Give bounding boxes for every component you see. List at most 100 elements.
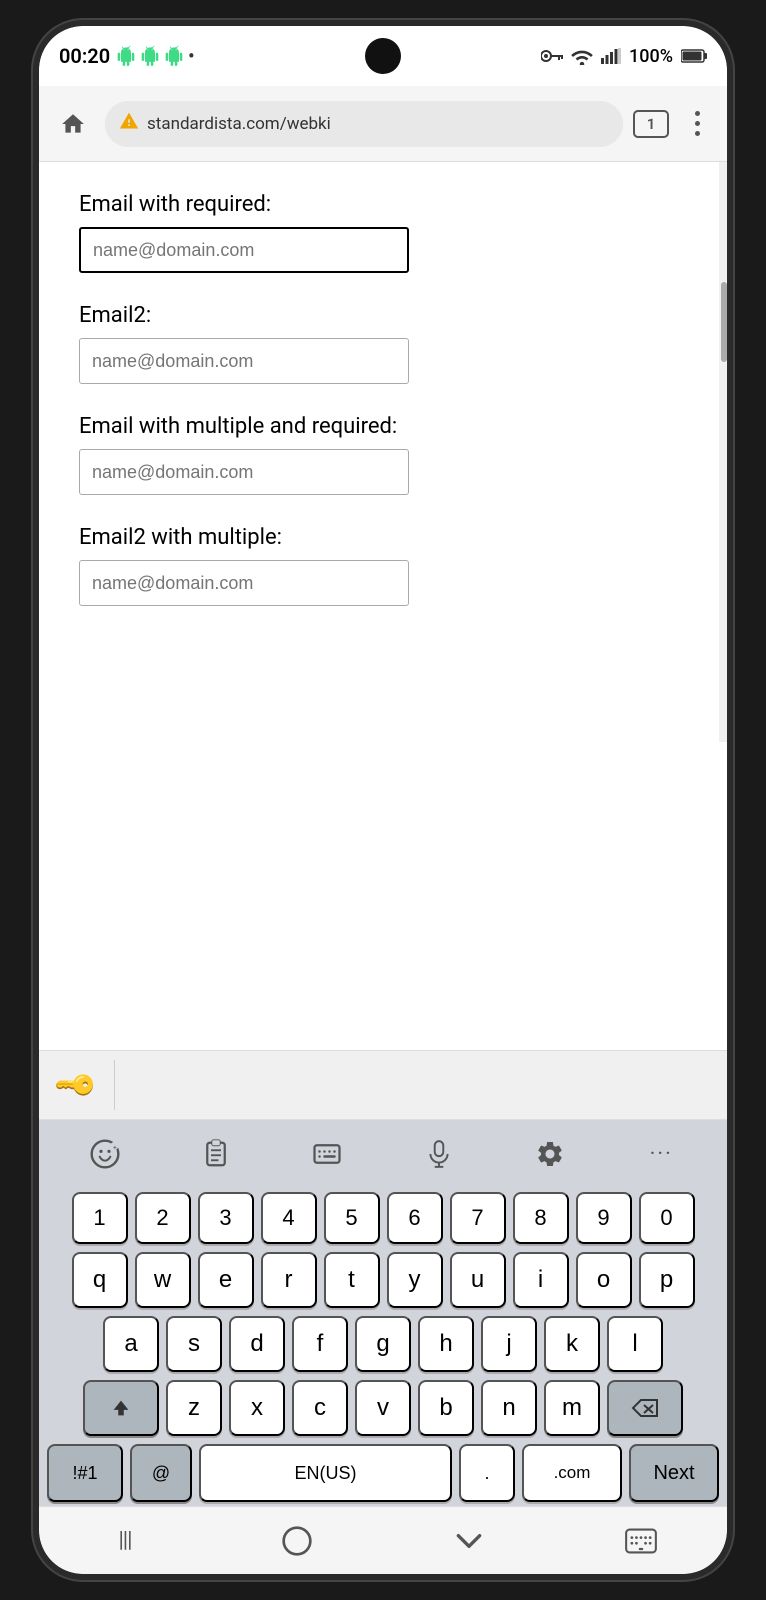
- key-m[interactable]: m: [544, 1380, 600, 1436]
- key-e[interactable]: e: [198, 1252, 254, 1308]
- key-x[interactable]: .: [459, 1444, 515, 1502]
- key-b[interactable]: b: [418, 1380, 474, 1436]
- browser-toolbar: standardista.com/webki 1: [39, 86, 727, 162]
- key-9[interactable]: 9: [576, 1192, 632, 1244]
- signal-icon: [601, 48, 621, 64]
- menu-dot1: [695, 111, 700, 116]
- key-z[interactable]: z: [166, 1380, 222, 1436]
- field2-label: Email2:: [79, 303, 687, 328]
- key-y[interactable]: y: [387, 1252, 443, 1308]
- bottom-row: !#1@EN(US)..comNext: [39, 1440, 727, 1506]
- status-icons: •: [116, 46, 194, 67]
- web-content: Email with required: Email2: Email with …: [39, 162, 727, 1050]
- key-8[interactable]: 8: [513, 1192, 569, 1244]
- mic-button[interactable]: [409, 1129, 469, 1179]
- menu-button[interactable]: [679, 106, 715, 142]
- address-bar[interactable]: standardista.com/webki: [105, 101, 623, 147]
- backspace-key[interactable]: [607, 1380, 683, 1436]
- scrollbar-thumb[interactable]: [721, 282, 727, 362]
- key-xx1[interactable]: !#1: [47, 1444, 123, 1502]
- field3-label: Email with multiple and required:: [79, 414, 687, 439]
- key-0[interactable]: 0: [639, 1192, 695, 1244]
- key-enxusx[interactable]: EN(US): [199, 1444, 452, 1502]
- key-2[interactable]: 2: [135, 1192, 191, 1244]
- number-row: 1234567890: [39, 1188, 727, 1248]
- emoji-button[interactable]: +: [75, 1129, 135, 1179]
- form-section-1: Email with required:: [79, 192, 687, 273]
- key-h[interactable]: h: [418, 1316, 474, 1372]
- letter-row-2: asdfghjkl: [39, 1312, 727, 1376]
- email-field-3[interactable]: [79, 449, 409, 495]
- key-l[interactable]: l: [607, 1316, 663, 1372]
- keyboard-nav-button[interactable]: [611, 1516, 671, 1566]
- vpn-divider: [114, 1060, 115, 1110]
- key-c[interactable]: c: [292, 1380, 348, 1436]
- svg-text:+: +: [113, 1143, 117, 1151]
- key-u[interactable]: u: [450, 1252, 506, 1308]
- form-section-2: Email2:: [79, 303, 687, 384]
- key-v[interactable]: v: [355, 1380, 411, 1436]
- key-7[interactable]: 7: [450, 1192, 506, 1244]
- more-button[interactable]: ···: [631, 1129, 691, 1179]
- home-nav-button[interactable]: [267, 1516, 327, 1566]
- vpn-bar: 🔑: [39, 1050, 727, 1120]
- warning-icon: [119, 111, 139, 136]
- key-s[interactable]: s: [166, 1316, 222, 1372]
- key-j[interactable]: j: [481, 1316, 537, 1372]
- key-x[interactable]: @: [130, 1444, 192, 1502]
- email-field-4[interactable]: [79, 560, 409, 606]
- keyboard-area: + ··· 1234567890 qwer: [39, 1120, 727, 1506]
- email-field-2[interactable]: [79, 338, 409, 384]
- android-icon1: [116, 46, 136, 66]
- keyboard-type-button[interactable]: [297, 1129, 357, 1179]
- battery-icon: [681, 49, 707, 63]
- dot-separator: •: [188, 46, 194, 67]
- key-x[interactable]: x: [229, 1380, 285, 1436]
- key-g[interactable]: g: [355, 1316, 411, 1372]
- key-o[interactable]: o: [576, 1252, 632, 1308]
- key-p[interactable]: p: [639, 1252, 695, 1308]
- tab-button[interactable]: 1: [633, 110, 669, 138]
- key-xcom[interactable]: .com: [522, 1444, 622, 1502]
- scrollbar[interactable]: [719, 162, 727, 742]
- status-bar: 00:20 •: [39, 26, 727, 86]
- status-right: 100%: [541, 46, 707, 67]
- key-5[interactable]: 5: [324, 1192, 380, 1244]
- key-d[interactable]: d: [229, 1316, 285, 1372]
- key-r[interactable]: r: [261, 1252, 317, 1308]
- key-next[interactable]: Next: [629, 1444, 719, 1502]
- address-text: standardista.com/webki: [147, 114, 609, 134]
- key-n[interactable]: n: [481, 1380, 537, 1436]
- key-6[interactable]: 6: [387, 1192, 443, 1244]
- keyboard-toolbar: + ···: [39, 1120, 727, 1188]
- key-k[interactable]: k: [544, 1316, 600, 1372]
- key-q[interactable]: q: [72, 1252, 128, 1308]
- key-a[interactable]: a: [103, 1316, 159, 1372]
- status-left: 00:20 •: [59, 44, 195, 68]
- camera-notch: [365, 38, 401, 74]
- battery-text: 100%: [629, 46, 673, 67]
- form-section-3: Email with multiple and required:: [79, 414, 687, 495]
- vpn-key-icon: 🔑: [52, 1061, 100, 1109]
- key-3[interactable]: 3: [198, 1192, 254, 1244]
- key-f[interactable]: f: [292, 1316, 348, 1372]
- key-i[interactable]: i: [513, 1252, 569, 1308]
- email-field-1[interactable]: [79, 227, 409, 273]
- menu-dot3: [695, 131, 700, 136]
- letter-row-1: qwertyuiop: [39, 1248, 727, 1312]
- settings-button[interactable]: [520, 1129, 580, 1179]
- android-icon3: [164, 46, 184, 66]
- back-nav-button[interactable]: |||: [95, 1516, 155, 1566]
- field1-label: Email with required:: [79, 192, 687, 217]
- key-w[interactable]: w: [135, 1252, 191, 1308]
- form-section-4: Email2 with multiple:: [79, 525, 687, 606]
- key-1[interactable]: 1: [72, 1192, 128, 1244]
- android-icon2: [140, 46, 160, 66]
- key-4[interactable]: 4: [261, 1192, 317, 1244]
- time-display: 00:20: [59, 44, 110, 68]
- clipboard-button[interactable]: [186, 1129, 246, 1179]
- down-nav-button[interactable]: [439, 1516, 499, 1566]
- home-button[interactable]: [51, 102, 95, 146]
- shift-key[interactable]: [83, 1380, 159, 1436]
- key-t[interactable]: t: [324, 1252, 380, 1308]
